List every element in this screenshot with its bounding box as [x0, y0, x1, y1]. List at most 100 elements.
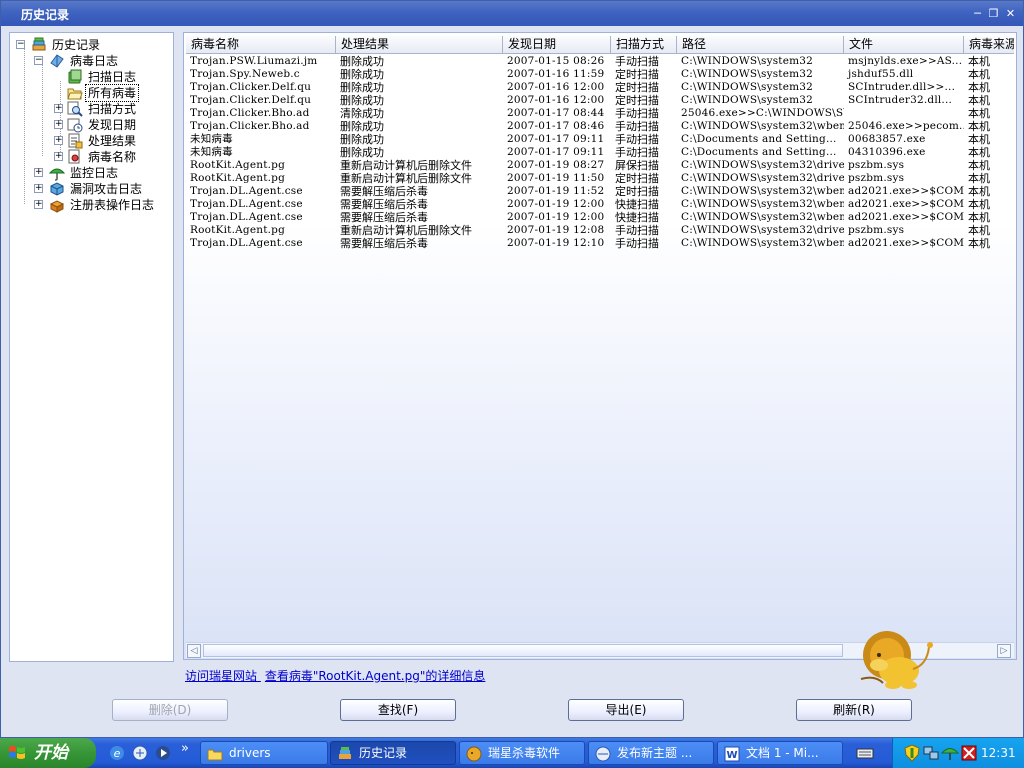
visit-site-link[interactable]: 访问瑞星网站 — [185, 669, 257, 683]
ie-icon[interactable]: e — [108, 744, 126, 762]
keyboard-icon[interactable] — [856, 744, 874, 762]
table-row[interactable]: 未知病毒 删除成功 2007-01-17 09:11 手动扫描 C:\Documents… — [186, 133, 1014, 146]
log-tree[interactable]: − 历史记录 − 病毒日志 扫描日志 所有病毒 + 扫描方式 + 发现日期 + … — [9, 32, 174, 662]
cell-source: 本机 — [968, 211, 990, 224]
table-row[interactable]: Trojan.Clicker.Bho.ad 清除成功 2007-01-17 08:4… — [186, 107, 1014, 120]
tree-item-virus-name[interactable]: 病毒名称 — [86, 149, 138, 165]
table-row[interactable]: Trojan.DL.Agent.cse 需要解压缩后杀毒 2007-01-19 12… — [186, 198, 1014, 211]
column-header-handle-result[interactable]: 处理结果 — [336, 36, 503, 54]
cell-path: 25046.exe>>C:\WINDOWS\SY... — [681, 107, 844, 119]
table-row[interactable]: Trojan.Clicker.Bho.ad 删除成功 2007-01-17 08:4… — [186, 120, 1014, 133]
table-row[interactable]: Trojan.DL.Agent.cse 需要解压缩后杀毒 2007-01-19 11… — [186, 185, 1014, 198]
cell-found-date: 2007-01-19 11:50 — [507, 172, 605, 184]
outlook-icon[interactable] — [131, 744, 149, 762]
close-icon[interactable]: ✕ — [1004, 7, 1017, 20]
table-row[interactable]: RootKit.Agent.pg 重新启动计算机后删除文件 2007-01-19 1… — [186, 224, 1014, 237]
title-bar[interactable]: 历史记录 ─ ❐ ✕ — [1, 1, 1023, 26]
tree-item-handle-result[interactable]: 处理结果 — [86, 133, 138, 149]
cell-path: C:\WINDOWS\system32\drivers — [681, 172, 844, 184]
cell-path: C:\Documents and Setting... — [681, 146, 837, 158]
cell-virus-name: Trojan.DL.Agent.cse — [190, 211, 303, 223]
media-player-icon[interactable] — [154, 744, 172, 762]
taskbar-item-history[interactable]: 历史记录 — [330, 741, 456, 765]
table-row[interactable]: RootKit.Agent.pg 重新启动计算机后删除文件 2007-01-19 0… — [186, 159, 1014, 172]
column-header-path[interactable]: 路径 — [677, 36, 844, 54]
column-header-source[interactable]: 病毒来源 — [964, 36, 1014, 54]
tree-item-scan-method[interactable]: 扫描方式 — [86, 101, 138, 117]
table-row[interactable]: Trojan.Clicker.Delf.qu 删除成功 2007-01-16 12:… — [186, 81, 1014, 94]
table-row[interactable]: Trojan.PSW.Liumazi.jm 删除成功 2007-01-15 08:2… — [186, 55, 1014, 68]
column-header-file[interactable]: 文件 — [844, 36, 964, 54]
virus-document-icon — [68, 149, 80, 164]
cell-scan-method: 定时扫描 — [615, 185, 659, 198]
table-row[interactable]: RootKit.Agent.pg 重新启动计算机后删除文件 2007-01-19 1… — [186, 172, 1014, 185]
cell-found-date: 2007-01-16 12:00 — [507, 81, 605, 93]
find-button[interactable]: 查找(F) — [340, 699, 456, 721]
column-header-virus-name[interactable]: 病毒名称 — [186, 36, 336, 54]
column-header-scan-method[interactable]: 扫描方式 — [611, 36, 677, 54]
tree-item-registry-log[interactable]: 注册表操作日志 — [68, 197, 156, 213]
tree-item-scan-log[interactable]: 扫描日志 — [86, 69, 138, 85]
cell-handle-result: 删除成功 — [340, 68, 384, 81]
cell-path: C:\Documents and Setting... — [681, 133, 837, 145]
clock: 12:31 — [981, 746, 1016, 760]
tree-item-history[interactable]: 历史记录 — [50, 37, 102, 53]
history-window: 历史记录 ─ ❐ ✕ − 历史记录 − 病毒日志 扫描日志 所有病毒 + 扫描方… — [0, 0, 1024, 738]
virus-detail-link[interactable]: 查看病毒"RootKit.Agent.pg"的详细信息 — [265, 669, 486, 683]
cell-file: 00683857.exe — [848, 133, 926, 145]
umbrella-monitor-icon[interactable] — [941, 744, 959, 762]
delete-button[interactable]: 删除(D) — [112, 699, 228, 721]
scroll-right-icon[interactable]: ▷ — [997, 644, 1011, 658]
taskbar-item-forum-post[interactable]: 发布新主题 ... — [588, 741, 714, 765]
tree-label-scan-method: 扫描方式 — [88, 102, 137, 116]
expand-toggle-vuln-log[interactable]: + — [34, 184, 43, 193]
collapse-toggle-root[interactable]: − — [16, 40, 25, 49]
disconnected-icon[interactable] — [960, 744, 978, 762]
table-row[interactable]: Trojan.DL.Agent.cse 需要解压缩后杀毒 2007-01-19 12… — [186, 237, 1014, 250]
column-header-found-date[interactable]: 发现日期 — [503, 36, 611, 54]
expand-toggle-monitor-log[interactable]: + — [34, 168, 43, 177]
expand-toggle-scan-method[interactable]: + — [54, 104, 63, 113]
refresh-button[interactable]: 刷新(R) — [796, 699, 912, 721]
tree-item-vuln-attack-log[interactable]: 漏洞攻击日志 — [68, 181, 144, 197]
restore-icon[interactable]: ❐ — [987, 7, 1000, 20]
table-row[interactable]: 未知病毒 删除成功 2007-01-17 09:11 手动扫描 C:\Documents… — [186, 146, 1014, 159]
cell-file: 04310396.exe — [848, 146, 926, 158]
minimize-icon[interactable]: ─ — [971, 7, 984, 20]
expand-toggle-registry-log[interactable]: + — [34, 200, 43, 209]
collapse-toggle-virus-log[interactable]: − — [34, 56, 43, 65]
cell-path: C:\WINDOWS\system32\wbem — [681, 185, 844, 197]
cell-scan-method: 定时扫描 — [615, 68, 659, 81]
start-button[interactable]: 开始 — [0, 738, 96, 768]
taskbar-item-rising-antivirus[interactable]: 瑞星杀毒软件 — [459, 741, 585, 765]
cell-found-date: 2007-01-19 11:52 — [507, 185, 605, 197]
scroll-left-icon[interactable]: ◁ — [187, 644, 201, 658]
rising-lion-mascot-icon[interactable] — [857, 625, 937, 695]
expand-toggle-handle-result[interactable]: + — [54, 136, 63, 145]
export-button[interactable]: 导出(E) — [568, 699, 684, 721]
table-row[interactable]: Trojan.Clicker.Delf.qu 删除成功 2007-01-16 12:… — [186, 94, 1014, 107]
cell-file: SCIntruder32.dll... — [848, 94, 953, 106]
tree-item-all-viruses[interactable]: 所有病毒 — [84, 84, 140, 102]
tree-item-found-date[interactable]: 发现日期 — [86, 117, 138, 133]
table-row[interactable]: Trojan.Spy.Neweb.c 删除成功 2007-01-16 11:59 定时… — [186, 68, 1014, 81]
cell-source: 本机 — [968, 237, 990, 250]
taskbar-item-word-document[interactable]: W 文档 1 - Mi... — [717, 741, 843, 765]
cell-handle-result: 重新启动计算机后删除文件 — [340, 224, 472, 237]
expand-toggle-found-date[interactable]: + — [54, 120, 63, 129]
virus-history-table[interactable]: 病毒名称 处理结果 发现日期 扫描方式 路径 文件 病毒来源 Trojan.PS… — [183, 32, 1017, 660]
scrollbar-thumb[interactable] — [203, 644, 843, 657]
taskbar-item-drivers[interactable]: drivers — [200, 741, 328, 765]
security-shield-icon[interactable] — [903, 744, 921, 762]
cell-file: 25046.exe>>pecom... — [848, 120, 964, 132]
expand-toggle-virus-name[interactable]: + — [54, 152, 63, 161]
network-icon[interactable] — [922, 744, 940, 762]
cell-file: pszbm.sys — [848, 172, 905, 184]
quicklaunch-overflow-icon[interactable]: » — [181, 741, 189, 756]
cell-file: ad2021.exe>>$COM... — [848, 198, 964, 210]
table-row[interactable]: Trojan.DL.Agent.cse 需要解压缩后杀毒 2007-01-19 12… — [186, 211, 1014, 224]
tree-item-virus-log[interactable]: 病毒日志 — [68, 53, 120, 69]
cell-virus-name: 未知病毒 — [190, 133, 233, 145]
tree-label-scan-log: 扫描日志 — [88, 70, 137, 84]
tree-item-monitor-log[interactable]: 监控日志 — [68, 165, 120, 181]
